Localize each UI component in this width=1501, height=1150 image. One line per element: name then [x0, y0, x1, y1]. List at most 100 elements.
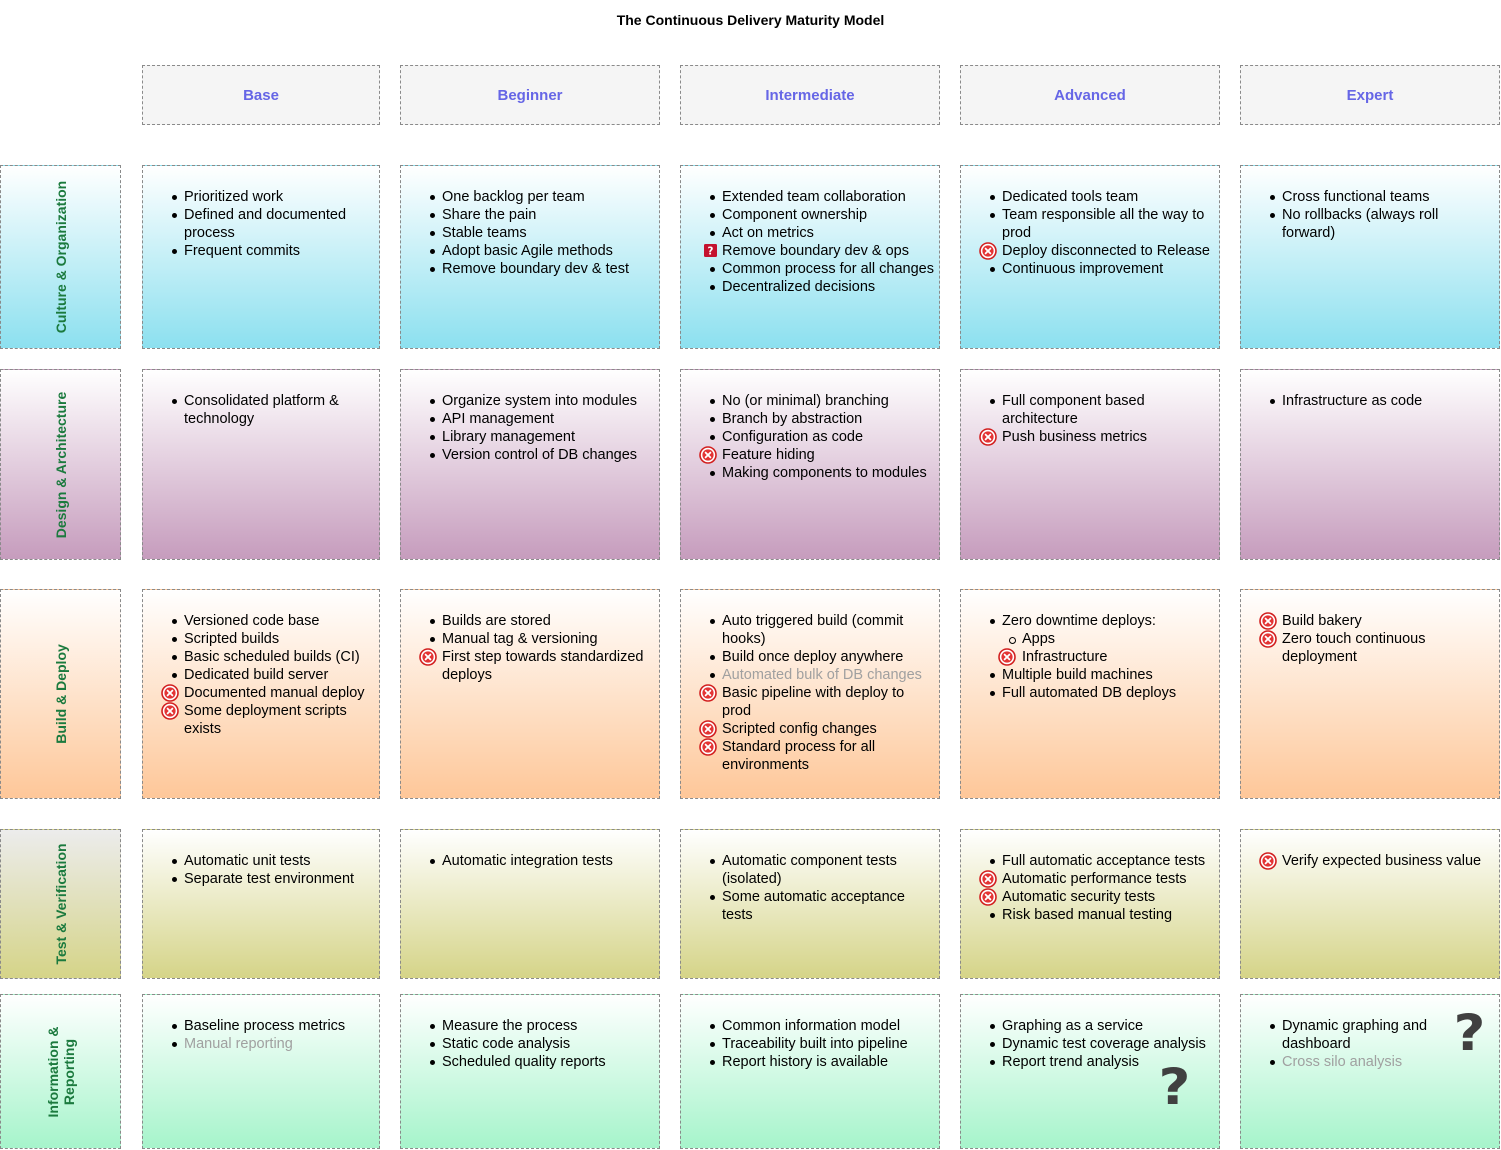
red-x-icon [699, 738, 717, 756]
practice-item: Library management [401, 428, 655, 446]
cell-culture-organization-advanced: Dedicated tools team Team responsible all… [960, 165, 1220, 349]
practice-item: Automatic integration tests [401, 852, 655, 870]
practice-item: Dynamic test coverage analysis [961, 1035, 1215, 1053]
practice-list: Automatic integration tests [401, 852, 655, 870]
practice-item: Auto triggered build (commit hooks) [681, 612, 935, 648]
practice-text: Risk based manual testing [1002, 907, 1173, 923]
cell-build-deploy-beginner: Builds are stored Manual tag & versioning… [400, 589, 660, 799]
practice-text: Act on metrics [722, 225, 814, 241]
practice-list: Build bakery Zero touch continuous deploy… [1241, 612, 1495, 666]
practice-text: Branch by abstraction [722, 411, 863, 427]
practice-text: Adopt basic Agile methods [442, 243, 613, 259]
practice-text: Report history is available [722, 1054, 889, 1070]
practice-item: Version control of DB changes [401, 446, 655, 464]
practice-item: Infrastructure [961, 648, 1215, 666]
practice-item: API management [401, 410, 655, 428]
practice-text: Team responsible all the way to prod [1002, 207, 1205, 241]
practice-list: Infrastructure as code [1241, 392, 1495, 410]
practice-text: Full automated DB deploys [1002, 685, 1177, 701]
cell-information-reporting-intermediate: Common information model Traceability bui… [680, 994, 940, 1149]
red-x-icon [699, 720, 717, 738]
red-x-icon [979, 242, 997, 260]
practice-text: Measure the process [442, 1018, 578, 1034]
red-x-icon [979, 428, 997, 446]
practice-item: Cross functional teams [1241, 188, 1495, 206]
practice-item: Automated bulk of DB changes [681, 666, 935, 684]
cell-culture-organization-beginner: One backlog per team Share the pain Stable… [400, 165, 660, 349]
practice-text: Apps [1022, 631, 1056, 647]
practice-list: Builds are stored Manual tag & versioning… [401, 612, 655, 684]
column-header-beginner: Beginner [400, 65, 660, 125]
practice-item: One backlog per team [401, 188, 655, 206]
cell-build-deploy-expert: Build bakery Zero touch continuous deploy… [1240, 589, 1500, 799]
practice-list: Full automatic acceptance tests Automatic… [961, 852, 1215, 924]
practice-list: No (or minimal) branching Branch by abstr… [681, 392, 935, 482]
practice-item: Making components to modules [681, 464, 935, 482]
cell-culture-organization-base: Prioritized work Defined and documented p… [142, 165, 380, 349]
practice-item: Separate test environment [143, 870, 375, 888]
big-question-mark-icon: ? [1453, 1004, 1486, 1062]
practice-item: Report history is available [681, 1053, 935, 1071]
practice-text: First step towards standardized deploys [442, 649, 644, 683]
practice-item: Zero touch continuous deployment [1241, 630, 1495, 666]
practice-item: Extended team collaboration [681, 188, 935, 206]
practice-text: No (or minimal) branching [722, 393, 889, 409]
row-header-test-verification: Test & Verification [0, 829, 121, 979]
practice-text: Automatic component tests (isolated) [722, 853, 897, 887]
practice-text: Remove boundary dev & ops [722, 243, 909, 259]
practice-item: Apps [961, 630, 1215, 648]
practice-item: Automatic performance tests [961, 870, 1215, 888]
practice-item: Multiple build machines [961, 666, 1215, 684]
row-header-design-architecture: Design & Architecture [0, 369, 121, 560]
practice-list: Cross functional teams No rollbacks (alwa… [1241, 188, 1495, 242]
practice-item: Builds are stored [401, 612, 655, 630]
practice-list: One backlog per team Share the pain Stable… [401, 188, 655, 278]
practice-text: Continuous improvement [1002, 261, 1164, 277]
practice-text: Version control of DB changes [442, 447, 638, 463]
practice-item: Configuration as code [681, 428, 935, 446]
red-x-icon [1259, 630, 1277, 648]
practice-text: Decentralized decisions [722, 279, 876, 295]
cell-design-architecture-advanced: Full component based architecture Push bu… [960, 369, 1220, 560]
practice-text: API management [442, 411, 555, 427]
practice-text: Full component based architecture [1002, 393, 1145, 427]
practice-item: Manual reporting [143, 1035, 375, 1053]
practice-text: Consolidated platform & technology [184, 393, 339, 427]
practice-text: Multiple build machines [1002, 667, 1153, 683]
practice-list: Common information model Traceability bui… [681, 1017, 935, 1071]
practice-text: Build bakery [1282, 613, 1362, 629]
page-title: The Continuous Delivery Maturity Model [616, 12, 885, 28]
practice-text: Builds are stored [442, 613, 551, 629]
practice-item: Common information model [681, 1017, 935, 1035]
practice-text: Automated bulk of DB changes [722, 667, 922, 683]
practice-item: Manual tag & versioning [401, 630, 655, 648]
column-header-base: Base [142, 65, 380, 125]
practice-text: No rollbacks (always roll forward) [1282, 207, 1439, 241]
practice-item: Prioritized work [143, 188, 375, 206]
practice-item: Zero downtime deploys: [961, 612, 1215, 630]
practice-item: Continuous improvement [961, 260, 1215, 278]
cell-build-deploy-base: Versioned code base Scripted builds Basic … [142, 589, 380, 799]
red-x-icon [1259, 852, 1277, 870]
practice-text: Share the pain [442, 207, 537, 223]
column-header-intermediate: Intermediate [680, 65, 940, 125]
practice-item: Frequent commits [143, 242, 375, 260]
cell-design-architecture-base: Consolidated platform & technology [142, 369, 380, 560]
row-header-label: Culture & Organization [52, 180, 69, 334]
row-header-build-deploy: Build & Deploy [0, 589, 121, 799]
practice-item: Common process for all changes [681, 260, 935, 278]
practice-item: Infrastructure as code [1241, 392, 1495, 410]
practice-item: Documented manual deploy [143, 684, 375, 702]
practice-item: Feature hiding [681, 446, 935, 464]
practice-text: Traceability built into pipeline [722, 1036, 908, 1052]
practice-item: Scheduled quality reports [401, 1053, 655, 1071]
cell-test-verification-expert: Verify expected business value [1240, 829, 1500, 979]
practice-item: Consolidated platform & technology [143, 392, 375, 428]
red-x-icon [979, 870, 997, 888]
red-x-icon [979, 888, 997, 906]
practice-text: Infrastructure as code [1282, 393, 1423, 409]
practice-text: Automatic unit tests [184, 853, 311, 869]
practice-text: Some deployment scripts exists [184, 703, 347, 737]
practice-item: Automatic unit tests [143, 852, 375, 870]
practice-item: Branch by abstraction [681, 410, 935, 428]
